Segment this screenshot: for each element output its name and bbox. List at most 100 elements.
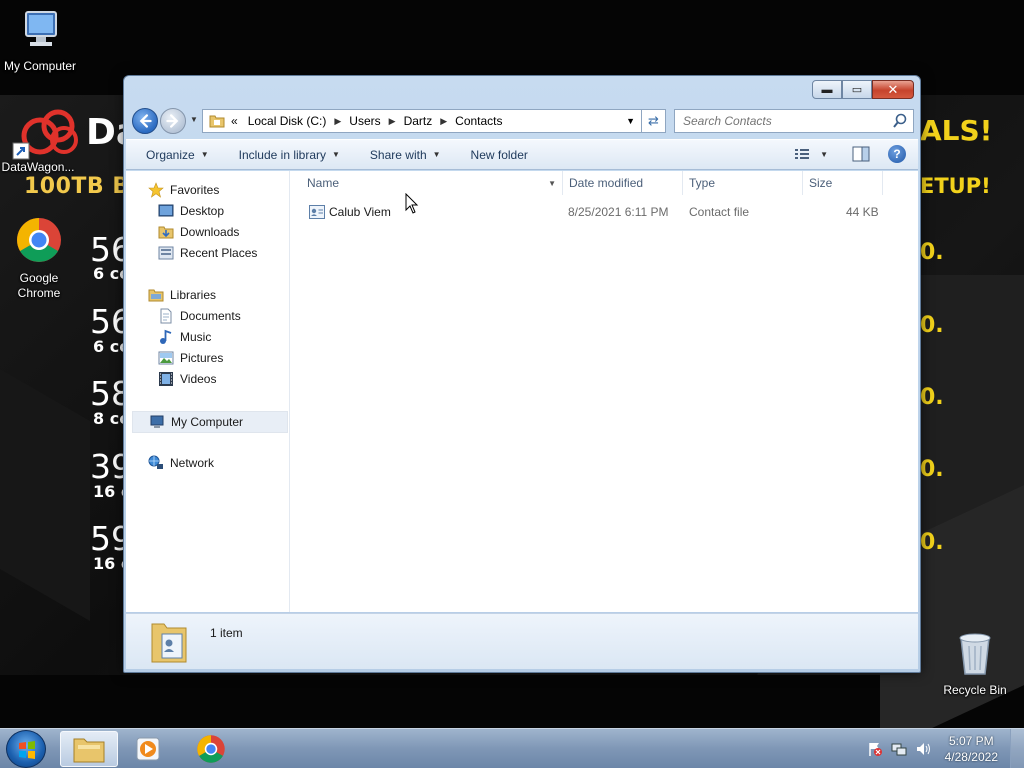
start-button[interactable] xyxy=(6,730,46,768)
breadcrumb-chevron-icon[interactable]: ▶ xyxy=(334,116,341,127)
share-with-button[interactable]: Share with ▼ xyxy=(370,148,441,162)
details-pane: 1 item xyxy=(126,613,918,669)
folder-contacts-icon xyxy=(209,115,225,128)
new-folder-button[interactable]: New folder xyxy=(471,148,528,162)
nav-recent-places[interactable]: Recent Places xyxy=(158,243,257,263)
nav-label: Desktop xyxy=(180,204,225,218)
downloads-folder-icon xyxy=(158,226,174,239)
wallpaper-dot: 0. xyxy=(920,385,944,410)
clock-time: 5:07 PM xyxy=(948,734,994,748)
preview-pane-icon[interactable] xyxy=(852,146,870,162)
nav-label: Libraries xyxy=(170,288,217,302)
recent-pages-dropdown[interactable]: ▼ xyxy=(190,115,198,124)
videos-icon xyxy=(159,372,173,386)
search-input[interactable] xyxy=(683,114,883,128)
nav-label: Downloads xyxy=(180,225,240,239)
help-button[interactable]: ? xyxy=(888,145,906,163)
wallpaper-right-text-1: ALS! xyxy=(920,114,993,147)
nav-network[interactable]: Network xyxy=(148,453,214,473)
view-dropdown-icon[interactable]: ▼ xyxy=(820,150,828,159)
back-button[interactable] xyxy=(132,108,158,134)
documents-icon xyxy=(160,308,172,324)
volume-icon[interactable] xyxy=(915,741,931,757)
close-button[interactable]: ✕ xyxy=(872,80,914,99)
toolbar-right: ▼ ? xyxy=(794,145,906,163)
maximize-button[interactable]: ▭ xyxy=(842,80,872,99)
search-icon xyxy=(893,113,907,128)
nav-videos[interactable]: Videos xyxy=(158,369,216,389)
command-toolbar: Organize ▼ Include in library ▼ Share with… xyxy=(126,139,918,170)
minimize-button[interactable]: ▬ xyxy=(812,80,842,99)
desktop-icon-label: Google Chrome xyxy=(17,271,61,300)
desktop-icon-label: Recycle Bin xyxy=(943,683,1007,697)
refresh-button[interactable]: ⇄ xyxy=(642,109,666,133)
forward-button[interactable] xyxy=(160,108,186,134)
breadcrumb-dartz[interactable]: Dartz xyxy=(404,114,433,128)
share-label: Share with xyxy=(369,147,427,162)
pictures-icon xyxy=(158,351,174,365)
nav-favorites[interactable]: Favorites xyxy=(148,180,219,200)
column-size-label: Size xyxy=(809,176,833,190)
include-in-library-button[interactable]: Include in library ▼ xyxy=(239,148,340,162)
column-name[interactable]: Name ▼ xyxy=(301,171,563,195)
breadcrumb-chevron-icon[interactable]: ▶ xyxy=(440,116,447,127)
taskbar-explorer[interactable] xyxy=(60,731,118,767)
music-icon xyxy=(160,329,172,344)
nav-my-computer[interactable]: My Computer xyxy=(132,411,288,433)
file-name: Calub Viem xyxy=(329,205,391,219)
breadcrumb-chevron-icon[interactable]: ▶ xyxy=(389,116,396,127)
desktop-icon-datawagon[interactable]: DataWagon... xyxy=(0,142,78,175)
desktop-icon-google-chrome[interactable]: Google Chrome xyxy=(0,216,79,301)
column-type[interactable]: Type xyxy=(683,171,803,195)
file-row[interactable]: Calub Viem 8/25/2021 6:11 PM Contact fil… xyxy=(291,201,918,223)
desktop-icon xyxy=(158,204,174,217)
window-controls: ▬ ▭ ✕ xyxy=(812,80,914,99)
nav-libraries[interactable]: Libraries xyxy=(148,285,216,305)
nav-label: Videos xyxy=(180,372,217,386)
action-center-flag-icon[interactable] xyxy=(867,741,883,757)
clock-date: 4/28/2022 xyxy=(944,750,998,764)
nav-documents[interactable]: Documents xyxy=(158,306,241,326)
file-date: 8/25/2021 6:11 PM xyxy=(568,205,669,219)
breadcrumb-contacts[interactable]: Contacts xyxy=(455,114,502,128)
show-desktop-button[interactable] xyxy=(1010,729,1024,768)
desktop-icon-my-computer[interactable]: My Computer xyxy=(0,8,80,74)
nav-desktop[interactable]: Desktop xyxy=(158,201,224,221)
network-status-icon[interactable] xyxy=(891,741,907,757)
nav-downloads[interactable]: Downloads xyxy=(158,222,239,242)
caret-down-icon: ▼ xyxy=(432,150,441,159)
breadcrumb-users[interactable]: Users xyxy=(349,114,380,128)
computer-icon xyxy=(25,11,57,46)
view-options-icon[interactable] xyxy=(794,147,810,161)
column-dropdown-icon[interactable]: ▼ xyxy=(548,179,556,188)
nav-music[interactable]: Music xyxy=(158,327,211,347)
address-overflow[interactable]: « xyxy=(231,114,238,128)
chrome-icon xyxy=(197,735,225,763)
organize-button[interactable]: Organize ▼ xyxy=(146,148,209,162)
mouse-cursor-icon xyxy=(405,193,419,214)
taskbar-media-player[interactable] xyxy=(120,731,178,767)
column-date-modified[interactable]: Date modified xyxy=(563,171,683,195)
star-icon xyxy=(148,182,164,198)
nav-label: Music xyxy=(180,330,212,344)
nav-label: Documents xyxy=(180,309,241,323)
explorer-window: ▬ ▭ ✕ ▼ « Local Disk (C:) ▶ Users ▶ Dart… xyxy=(123,75,921,673)
caret-down-icon: ▼ xyxy=(200,150,209,159)
include-label: Include in library xyxy=(238,147,326,162)
column-size[interactable]: Size xyxy=(803,171,883,195)
taskbar-chrome[interactable] xyxy=(182,731,240,767)
chrome-icon xyxy=(17,218,61,262)
address-dropdown-icon[interactable]: ▼ xyxy=(626,116,635,126)
navigation-pane: Favorites Desktop Downloads Recent Place… xyxy=(126,171,290,612)
breadcrumb-local-disk[interactable]: Local Disk (C:) xyxy=(248,114,327,128)
clock[interactable]: 5:07 PM 4/28/2022 xyxy=(945,733,998,765)
refresh-icon: ⇄ xyxy=(648,113,659,128)
desktop-icon-label: DataWagon... xyxy=(1,160,75,174)
nav-pictures[interactable]: Pictures xyxy=(158,348,223,368)
windows-logo-icon xyxy=(19,741,35,759)
media-player-icon xyxy=(136,737,160,761)
desktop-icon-recycle-bin[interactable]: Recycle Bin xyxy=(935,630,1015,698)
search-box[interactable] xyxy=(674,109,914,133)
nav-label: Favorites xyxy=(170,183,220,197)
address-bar[interactable]: « Local Disk (C:) ▶ Users ▶ Dartz ▶ Cont… xyxy=(202,109,642,133)
